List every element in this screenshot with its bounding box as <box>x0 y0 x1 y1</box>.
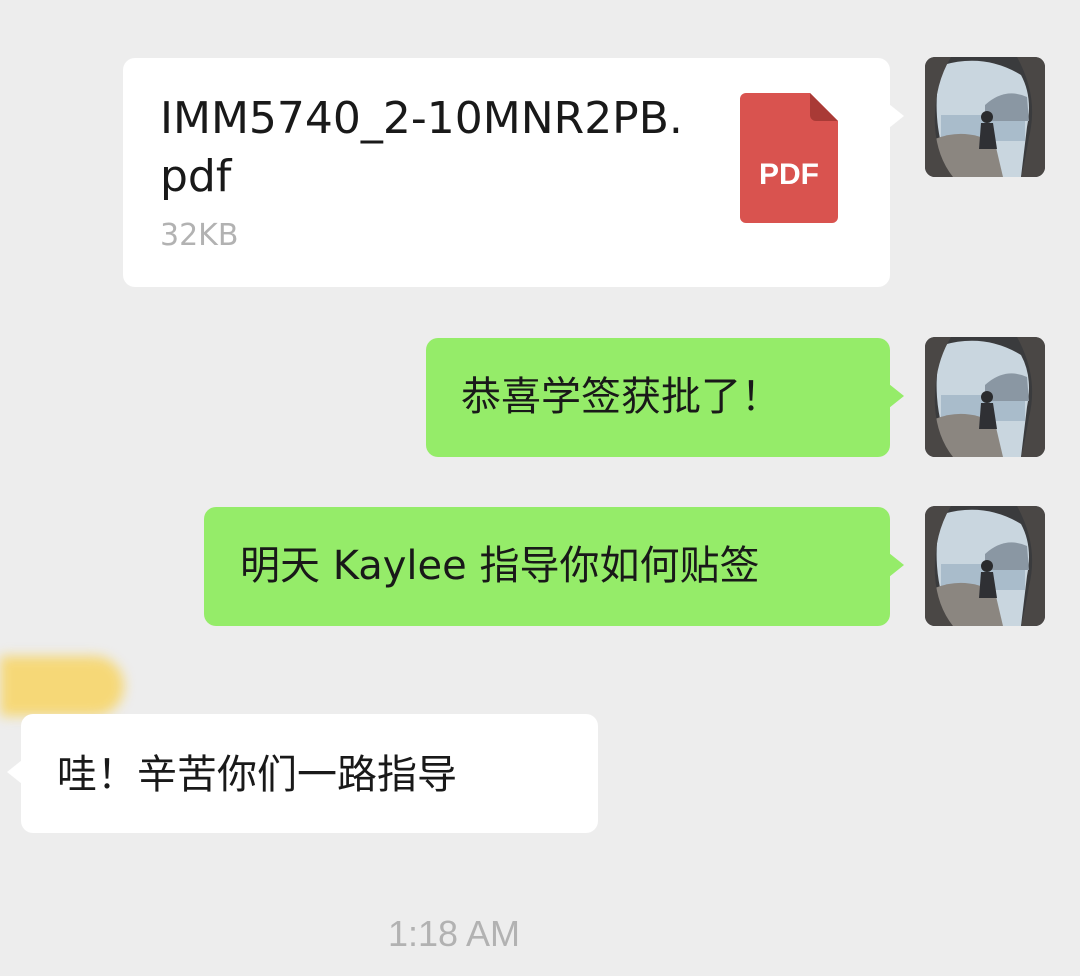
my-avatar[interactable] <box>925 337 1045 457</box>
file-size: 32KB <box>160 218 239 253</box>
message-text: 哇！辛苦你们一路指导 <box>57 752 457 798</box>
message-text: 恭喜学签获批了！ <box>461 374 781 420</box>
incoming-message-bubble[interactable]: 哇！辛苦你们一路指导 <box>7 714 598 833</box>
redacted-sender-avatar <box>0 656 124 716</box>
file-message-bubble[interactable]: IMM5740_2-10MNR2PB.pdf 32KB PDF <box>123 58 904 287</box>
pdf-type-label: PDF <box>759 158 819 191</box>
outgoing-message-bubble[interactable]: 明天 Kaylee 指导你如何贴签 <box>204 507 904 626</box>
outgoing-message-bubble[interactable]: 恭喜学签获批了！ <box>426 338 904 457</box>
file-name: IMM5740_2-10MNR2PB.pdf <box>160 93 683 202</box>
message-timestamp: 1:18 AM <box>387 913 521 954</box>
pdf-file-icon: PDF <box>740 93 838 223</box>
my-avatar[interactable] <box>925 57 1045 177</box>
my-avatar[interactable] <box>925 506 1045 626</box>
message-text: 明天 Kaylee 指导你如何贴签 <box>240 543 760 589</box>
